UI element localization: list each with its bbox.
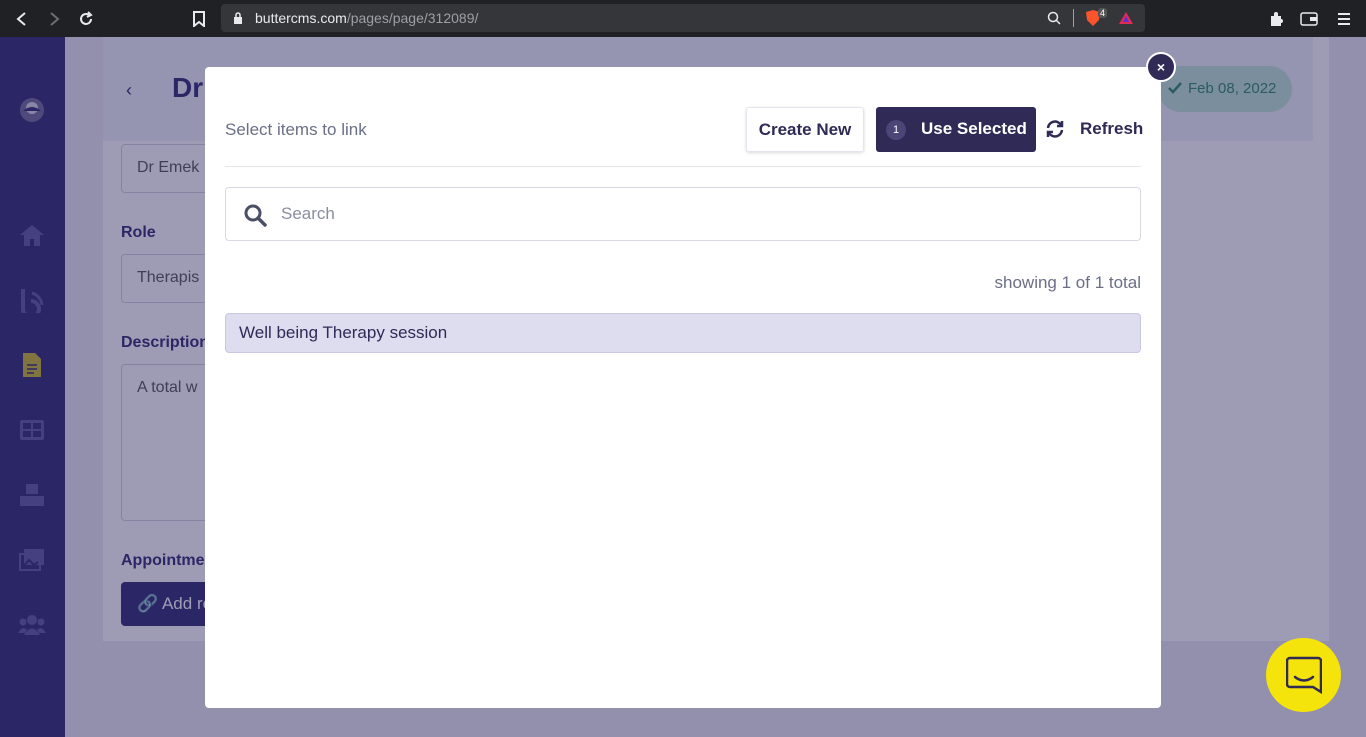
refresh-button[interactable]: Refresh <box>1045 107 1145 152</box>
refresh-icon <box>1046 120 1064 138</box>
zoom-icon[interactable] <box>1047 11 1061 25</box>
close-modal-button[interactable]: × <box>1146 52 1176 82</box>
url-text: buttercms.com/pages/page/312089/ <box>255 10 479 26</box>
shield-count-badge: 4 <box>1098 8 1108 18</box>
reload-icon[interactable] <box>75 8 97 30</box>
use-selected-button[interactable]: 1 Use Selected <box>876 107 1036 152</box>
search-icon <box>244 204 267 227</box>
forward-icon[interactable] <box>43 8 65 30</box>
selected-count-badge: 1 <box>886 120 906 140</box>
brave-rewards-icon[interactable] <box>1118 11 1134 25</box>
wallet-icon[interactable] <box>1298 8 1320 30</box>
header-divider <box>225 166 1141 167</box>
chat-icon <box>1286 656 1322 694</box>
create-new-button[interactable]: Create New <box>746 107 864 152</box>
modal-title: Select items to link <box>225 120 367 139</box>
back-icon[interactable] <box>11 8 33 30</box>
menu-icon[interactable] <box>1333 8 1355 30</box>
refresh-label: Refresh <box>1080 119 1144 138</box>
lock-icon <box>234 12 242 24</box>
address-bar[interactable]: buttercms.com/pages/page/312089/ 4 <box>221 4 1145 32</box>
select-items-modal: Select items to link Create New 1 Use Se… <box>205 67 1161 708</box>
extensions-icon[interactable] <box>1265 8 1287 30</box>
bookmark-icon[interactable] <box>188 8 210 30</box>
chat-launcher-button[interactable] <box>1266 638 1341 712</box>
list-item[interactable]: Well being Therapy session <box>225 313 1141 353</box>
search-box <box>225 187 1141 241</box>
search-input[interactable] <box>281 202 1121 226</box>
browser-toolbar: buttercms.com/pages/page/312089/ 4 <box>0 0 1366 37</box>
use-selected-label: Use Selected <box>921 119 1027 138</box>
results-count: showing 1 of 1 total <box>994 273 1141 292</box>
